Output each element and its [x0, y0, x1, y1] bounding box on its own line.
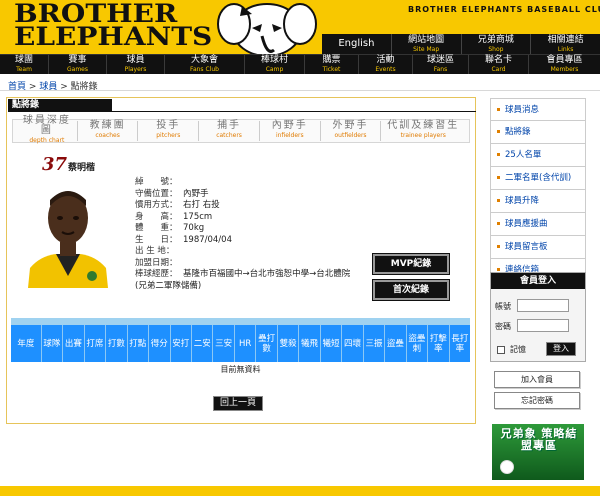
- stats-col-sf: 犧飛: [298, 325, 319, 362]
- username-row: 帳號: [495, 299, 569, 312]
- stats-empty-message: 目前無資料: [220, 365, 261, 374]
- nav-item-members[interactable]: 會員專區 Members: [528, 55, 600, 74]
- password-input[interactable]: [517, 319, 569, 332]
- baseball-icon: [500, 460, 514, 474]
- nav-item-events[interactable]: 活動 Events: [358, 55, 412, 74]
- info-row-join-date: 加盟日期：: [135, 257, 178, 268]
- elephant-mascot-icon: [217, 3, 317, 54]
- alliance-banner[interactable]: 兄弟象 策略結盟專區: [492, 424, 584, 480]
- info-row-experience-note: (兄弟二軍隊儲備): [135, 280, 202, 291]
- sidebar-item-25-man[interactable]: 25人名單: [490, 144, 586, 167]
- player-name: 蔡明楷: [68, 163, 96, 173]
- stats-col-year: 年度: [17, 338, 35, 349]
- info-row-height: 身 高： 175cm: [135, 211, 213, 222]
- tab-outfielders[interactable]: 外野手 outfielders: [319, 121, 381, 141]
- nav-item-fans[interactable]: 球迷區 Fans: [412, 55, 468, 74]
- player-category-tabs: 球員深度圖 depth chart 教練團 coaches 投手 pitchers 捕…: [12, 116, 470, 146]
- stats-col-runs: 得分: [148, 325, 169, 362]
- nav-item-fans-club[interactable]: 大象會 Fans Club: [164, 55, 244, 74]
- remember-label: 記憶: [510, 345, 526, 354]
- password-row: 密碼: [495, 319, 569, 332]
- username-label: 帳號: [495, 302, 511, 311]
- sidebar-item-moves[interactable]: 球員升降: [490, 190, 586, 213]
- info-row-weight: 體 重： 70kg: [135, 223, 205, 233]
- banner-text: 兄弟象 策略結盟專區: [500, 427, 578, 452]
- stats-col-cs: 盜壘刺: [405, 325, 427, 362]
- section-title: 點將錄: [8, 99, 112, 112]
- remember-checkbox[interactable]: [497, 345, 505, 354]
- info-row-position: 守備位置： 內野手: [135, 188, 209, 199]
- stats-col-triples: 三安: [212, 325, 233, 362]
- section-title-rule: [112, 99, 476, 112]
- stats-col-total-bases: 壘打數: [255, 325, 276, 362]
- top-links: English 網站地圖 Site Map 兄弟商城 Shop 相關連結 Lin…: [322, 34, 600, 54]
- stats-col-rbi: 打點: [126, 325, 148, 362]
- first-record-button[interactable]: 首次紀錄: [372, 279, 450, 301]
- main-nav: 球團 Team 賽事 Games 球員 Players 大象會 Fans Club 棒球…: [0, 54, 600, 74]
- footer-bar: [0, 486, 600, 496]
- club-name: BROTHER ELEPHANTS BASEBALL CLUB: [408, 5, 600, 14]
- stats-col-hr: HR: [233, 325, 255, 362]
- remember-row: 記憶: [497, 344, 526, 355]
- join-member-button[interactable]: 加入會員: [494, 371, 580, 388]
- divider: [0, 90, 600, 91]
- nav-item-card[interactable]: 聯名卡 Card: [468, 55, 528, 74]
- tab-depth-chart[interactable]: 球員深度圖 depth chart: [17, 116, 77, 146]
- info-row-experience: 棒球經歷： 基隆市百福國中→台北市強恕中學→台北體院: [135, 269, 351, 279]
- tab-infielders[interactable]: 內野手 infielders: [258, 121, 320, 141]
- stats-col-slg: 長打率: [448, 325, 470, 362]
- stats-col-gidp: 雙殺: [276, 325, 298, 362]
- username-input[interactable]: [517, 299, 569, 312]
- nav-item-ticket[interactable]: 購票 Ticket: [304, 55, 358, 74]
- nav-item-camp[interactable]: 棒球村 Camp: [244, 55, 304, 74]
- forgot-password-button[interactable]: 忘記密碼: [494, 392, 580, 409]
- toplink-sitemap[interactable]: 網站地圖 Site Map: [390, 34, 461, 54]
- player-info: 綽 號： 守備位置： 內野手 慣用方式： 右打 右投 身 高： 175cm 體 重： 7…: [135, 177, 375, 292]
- stats-col-pa: 打席: [83, 325, 105, 362]
- stats-col-doubles: 二安: [190, 325, 212, 362]
- stats-col-ab: 打數: [105, 325, 126, 362]
- tab-trainee-players[interactable]: 代訓及練習生 trainee players: [380, 121, 465, 141]
- nav-item-team[interactable]: 球團 Team: [0, 55, 48, 74]
- login-panel: 會員登入 帳號 密碼 記憶 登入: [490, 272, 586, 362]
- sidebar-item-farm-roster[interactable]: 二軍名單(含代訓): [490, 167, 586, 190]
- tab-catchers[interactable]: 捕手 catchers: [198, 121, 259, 141]
- logo-line-2: ELEPHANTS: [14, 22, 213, 51]
- sidebar-item-roster[interactable]: 點將錄: [490, 121, 586, 144]
- toplink-english[interactable]: English: [322, 34, 391, 54]
- toplink-shop[interactable]: 兄弟商城 Shop: [460, 34, 531, 54]
- stats-col-avg: 打擊率: [427, 325, 448, 362]
- player-photo: [26, 180, 110, 288]
- stats-col-so: 三振: [362, 325, 384, 362]
- mvp-record-button[interactable]: MVP紀錄: [372, 253, 450, 275]
- sidebar-item-songs[interactable]: 球員應援曲: [490, 213, 586, 236]
- header: BROTHER ELEPHANTS BROTHER ELEPHANTS BASE…: [0, 0, 600, 54]
- info-row-bats-throws: 慣用方式： 右打 右投: [135, 200, 220, 210]
- stats-col-bb: 四壞: [341, 325, 362, 362]
- sidebar-menu: 球員消息 點將錄 25人名單 二軍名單(含代訓) 球員升降 球員應援曲 球員留言…: [490, 98, 586, 282]
- sidebar-item-message-board[interactable]: 球員留言板: [490, 236, 586, 259]
- sidebar-item-player-news[interactable]: 球員消息: [490, 98, 586, 121]
- brand-logo[interactable]: BROTHER ELEPHANTS: [14, 1, 212, 49]
- stats-col-sb: 盜壘: [384, 325, 405, 362]
- login-title: 會員登入: [491, 273, 585, 289]
- info-row-birthday: 生 日： 1987/04/04: [135, 234, 232, 245]
- stats-col-sh: 犧短: [319, 325, 341, 362]
- tab-pitchers[interactable]: 投手 pitchers: [137, 121, 198, 141]
- stats-table-header: 年度 球隊 出賽 打席 打數 打點 得分 安打 二安 三安 HR 壘打數 雙殺 …: [11, 325, 470, 362]
- tab-coaches[interactable]: 教練團 coaches: [76, 121, 138, 141]
- player-number: 37: [42, 154, 68, 175]
- nav-item-players[interactable]: 球員 Players: [106, 55, 164, 74]
- info-row-nickname: 綽 號：: [135, 177, 178, 187]
- nav-item-games[interactable]: 賽事 Games: [48, 55, 106, 74]
- stats-col-team: 球隊: [40, 325, 62, 362]
- info-row-birthplace: 出 生 地：: [135, 246, 175, 256]
- back-button[interactable]: 回上一頁: [213, 396, 263, 411]
- stats-col-hits: 安打: [169, 325, 191, 362]
- password-label: 密碼: [495, 322, 511, 331]
- toplink-links[interactable]: 相關連結 Links: [530, 34, 600, 54]
- stats-col-games: 出賽: [62, 325, 83, 362]
- login-button[interactable]: 登入: [546, 342, 576, 356]
